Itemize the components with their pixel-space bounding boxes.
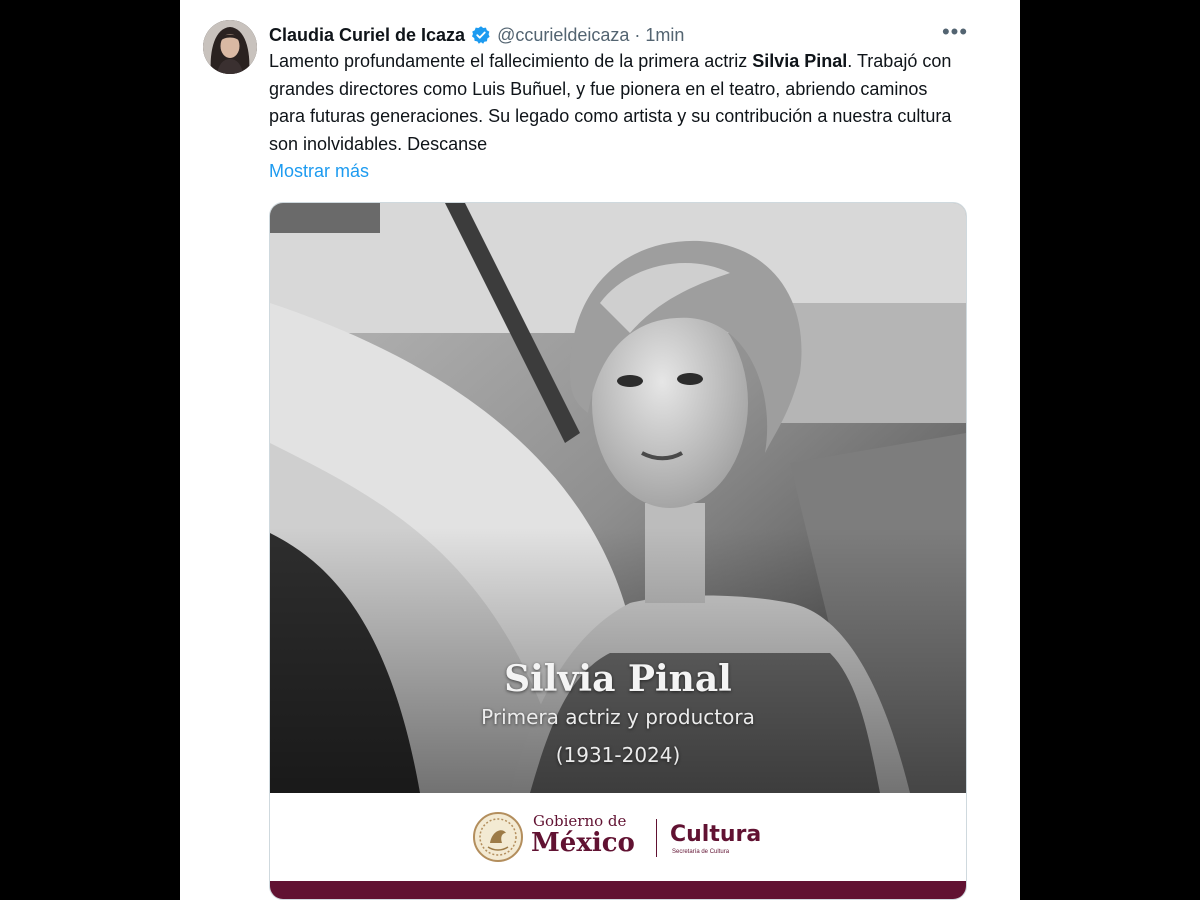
tweet-card[interactable]: Claudia Curiel de Icaza @ccurieldeicaza … xyxy=(180,0,1020,900)
cultura-subtitle: Secretaría de Cultura xyxy=(672,849,730,855)
brand-bottom-bar xyxy=(270,881,966,899)
verified-badge-icon xyxy=(471,25,491,45)
header-separator: · xyxy=(634,24,641,45)
show-more-link[interactable]: Mostrar más xyxy=(269,158,369,185)
timestamp[interactable]: 1min xyxy=(645,25,684,46)
more-options-icon[interactable]: ••• xyxy=(940,21,970,48)
tweet-text-part-1: Lamento profundamente el fallecimiento d… xyxy=(269,51,753,71)
national-seal-icon xyxy=(473,812,523,862)
caption-name: Silvia Pinal xyxy=(504,658,732,700)
government-logo-band: Gobierno de México Cultura Secretaría de… xyxy=(270,793,966,881)
caption-role: Primera actriz y productora xyxy=(481,705,755,729)
tweet-text-bold: Silvia Pinal xyxy=(752,51,848,71)
mexico-text: México xyxy=(531,828,635,858)
caption-years: (1931-2024) xyxy=(555,743,681,767)
user-handle[interactable]: @ccurieldeicaza xyxy=(497,25,629,46)
avatar[interactable] xyxy=(203,20,257,74)
cultura-text: Cultura xyxy=(670,822,762,847)
gobierno-de-text: Gobierno de xyxy=(533,812,627,830)
display-name[interactable]: Claudia Curiel de Icaza xyxy=(269,25,465,46)
avatar-image xyxy=(203,20,257,74)
tweet-header: Claudia Curiel de Icaza @ccurieldeicaza … xyxy=(269,22,684,48)
logo-divider xyxy=(656,819,657,857)
tweet-text: Lamento profundamente el fallecimiento d… xyxy=(269,48,959,158)
tweet-media-image[interactable]: Silvia Pinal Primera actriz y productora… xyxy=(269,202,967,900)
